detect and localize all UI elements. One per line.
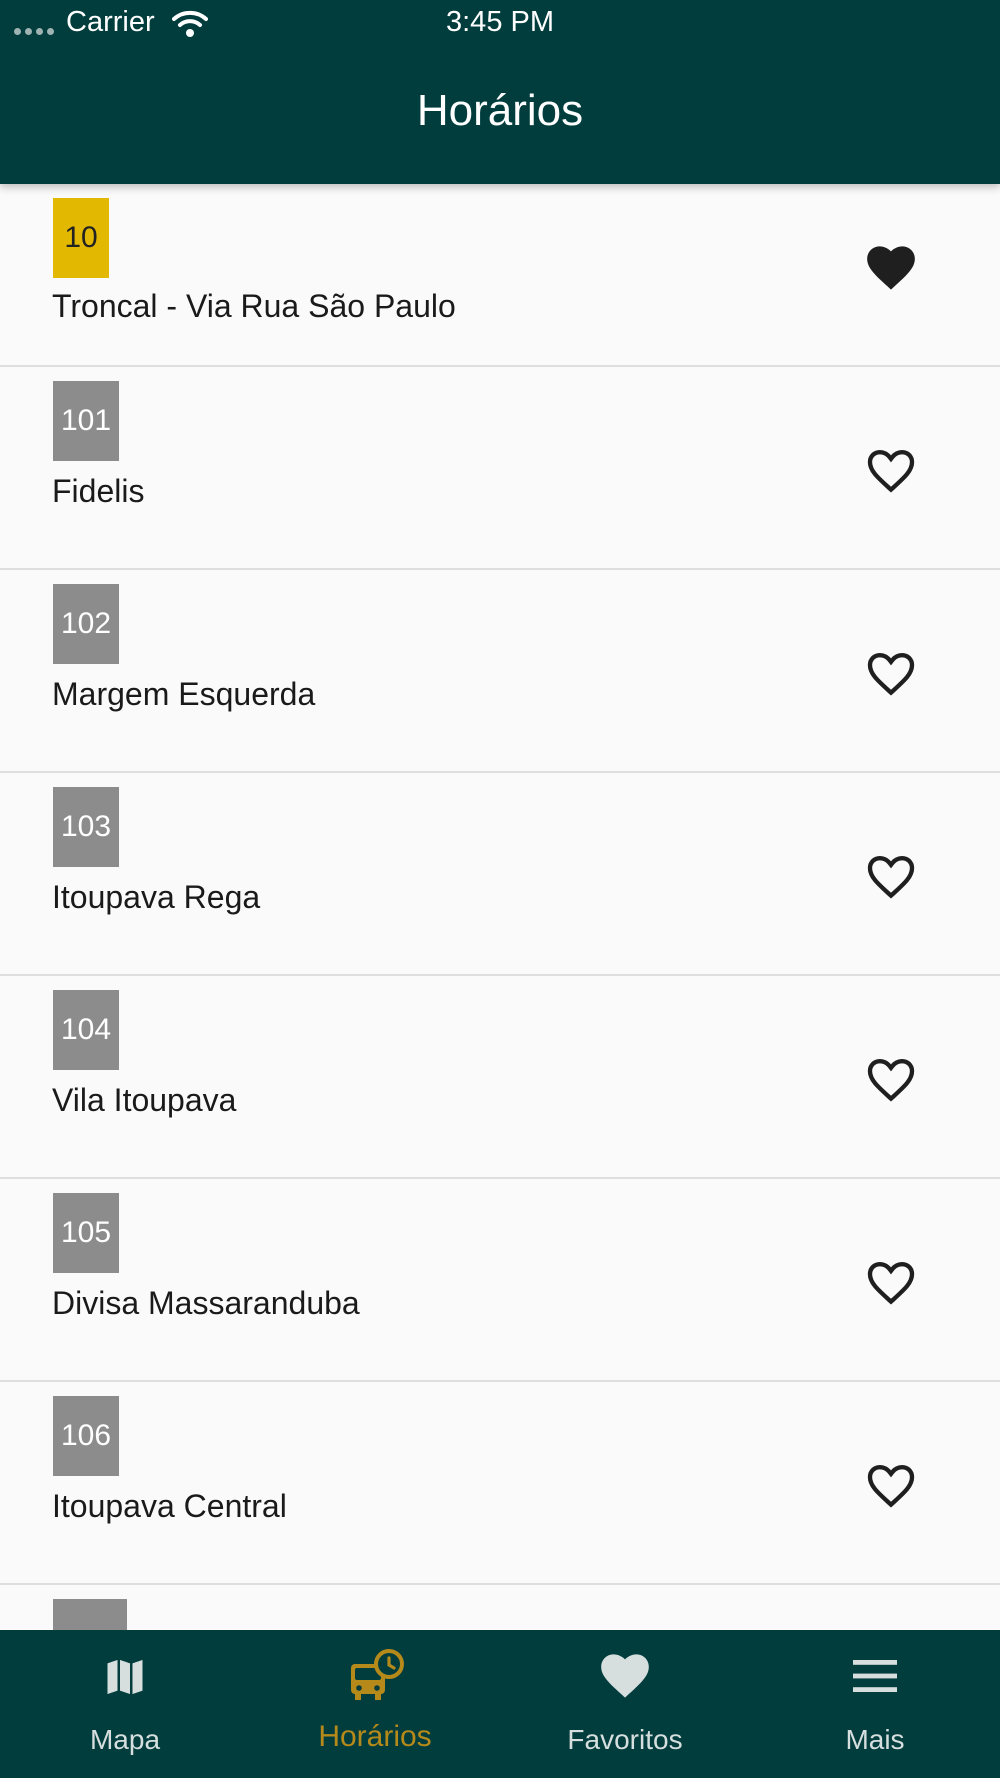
route-name: Divisa Massaranduba <box>52 1285 360 1321</box>
route-name: Itoupava Central <box>52 1488 287 1524</box>
route-number-badge: 106 <box>53 1396 120 1476</box>
route-name: Margem Esquerda <box>52 676 316 712</box>
route-name: Vila Itoupava <box>52 1082 237 1118</box>
route-number-badge: 104 <box>53 990 120 1070</box>
bus-clock-icon <box>351 1649 404 1700</box>
tab-favoritos[interactable]: Favoritos <box>500 1630 750 1778</box>
route-row[interactable]: 105 Divisa Massaranduba <box>0 1179 1000 1382</box>
heart-outline-icon[interactable] <box>865 1462 917 1510</box>
route-name: Troncal - Via Rua São Paulo <box>52 288 456 324</box>
route-row[interactable]: 104 Vila Itoupava <box>0 976 1000 1179</box>
tab-label: Mapa <box>89 1724 161 1755</box>
route-row-partial[interactable] <box>0 1585 1000 1630</box>
heart-outline-icon[interactable] <box>865 447 917 495</box>
route-row[interactable]: 103 Itoupava Rega <box>0 773 1000 976</box>
heart-outline-icon[interactable] <box>865 1259 917 1307</box>
route-name: Fidelis <box>52 473 145 509</box>
bottom-tab-bar: Mapa Horários Favoritos Mais <box>0 1630 1000 1778</box>
status-bar: Carrier 3:45 PM <box>0 0 1000 48</box>
route-row[interactable]: 10 Troncal - Via Rua São Paulo <box>0 184 1000 367</box>
tab-mais[interactable]: Mais <box>750 1630 1000 1778</box>
route-number-badge: 105 <box>53 1193 120 1273</box>
menu-icon <box>853 1660 897 1692</box>
tab-label: Favoritos <box>567 1724 683 1755</box>
route-number-badge: 101 <box>53 381 120 461</box>
tab-mapa[interactable]: Mapa <box>0 1630 250 1778</box>
route-row[interactable]: 106 Itoupava Central <box>0 1382 1000 1585</box>
heart-outline-icon[interactable] <box>865 650 917 698</box>
heart-outline-icon[interactable] <box>865 1056 917 1104</box>
route-list[interactable]: 10 Troncal - Via Rua São Paulo 101 Fidel… <box>0 184 1000 1630</box>
page-title: Horários <box>416 86 584 135</box>
heart-filled-icon[interactable] <box>865 244 917 292</box>
route-row[interactable]: 102 Margem Esquerda <box>0 570 1000 773</box>
tab-label: Horários <box>318 1720 432 1753</box>
route-name: Itoupava Rega <box>52 879 261 915</box>
route-number-badge: 10 <box>53 198 109 278</box>
app-header: Carrier 3:45 PM Horários <box>0 0 1000 184</box>
tab-horarios[interactable]: Horários <box>250 1630 500 1778</box>
route-number-badge <box>53 1599 127 1630</box>
route-row[interactable]: 101 Fidelis <box>0 367 1000 570</box>
route-number-badge: 103 <box>53 787 120 867</box>
heart-icon <box>601 1654 649 1698</box>
map-icon <box>105 1657 145 1697</box>
heart-outline-icon[interactable] <box>865 853 917 901</box>
status-time: 3:45 PM <box>446 6 554 38</box>
route-number-badge: 102 <box>53 584 120 664</box>
tab-label: Mais <box>845 1724 905 1755</box>
